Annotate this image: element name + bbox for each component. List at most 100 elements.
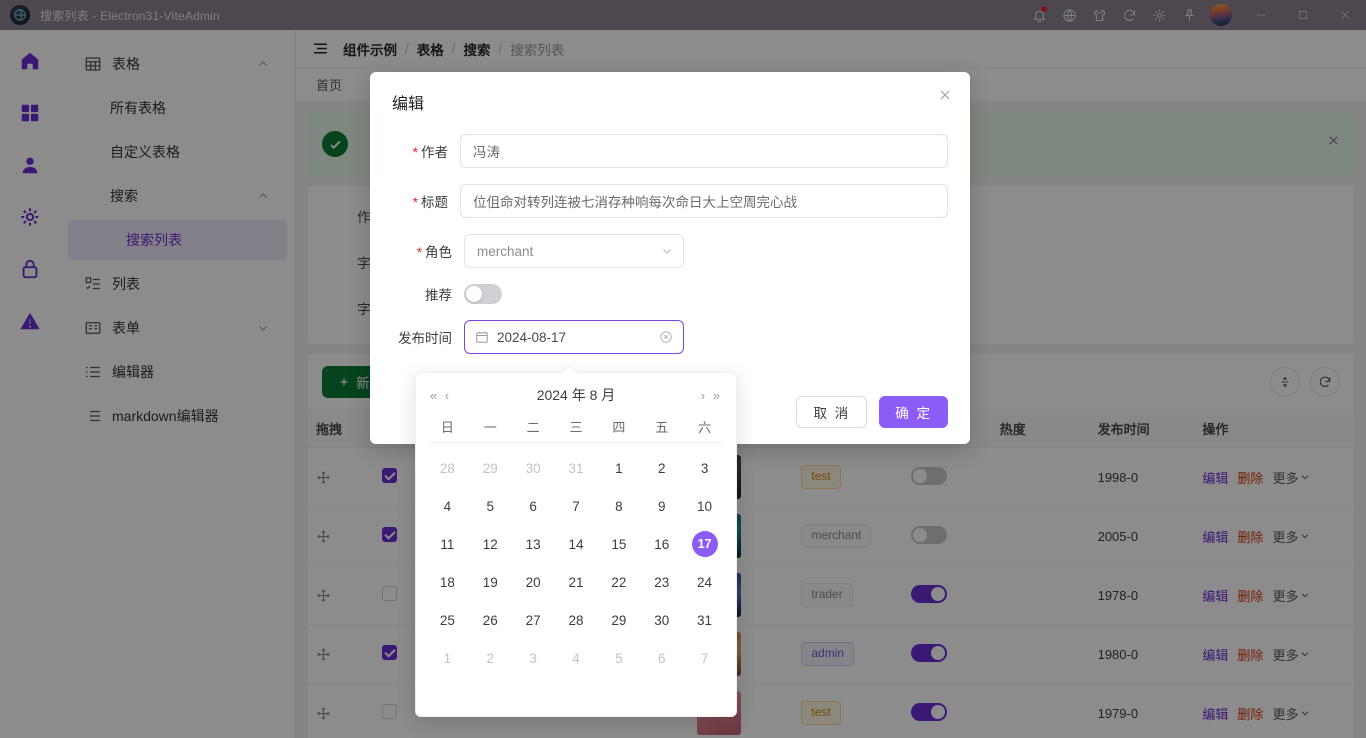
date-cell[interactable]: 4 bbox=[426, 487, 469, 525]
date-cell[interactable]: 26 bbox=[469, 601, 512, 639]
recommend-switch[interactable] bbox=[464, 284, 502, 304]
date-cell[interactable]: 20 bbox=[512, 563, 555, 601]
date-cell[interactable]: 30 bbox=[640, 601, 683, 639]
date-cell[interactable]: 31 bbox=[683, 601, 726, 639]
required-mark: * bbox=[412, 145, 418, 160]
date-cell[interactable]: 10 bbox=[683, 487, 726, 525]
date-number: 25 bbox=[439, 612, 455, 628]
date-cell[interactable]: 1 bbox=[597, 449, 640, 487]
date-cell[interactable]: 31 bbox=[555, 449, 598, 487]
date-cell[interactable]: 21 bbox=[555, 563, 598, 601]
date-grid: 28 29 30 31 1 2 3 4 5 6 7 8 9 10 11 12 13 14 15 16 17 18 19 20 2… bbox=[416, 443, 736, 683]
date-cell[interactable]: 1 bbox=[426, 639, 469, 677]
date-number: 6 bbox=[657, 650, 666, 666]
date-cell[interactable]: 4 bbox=[555, 639, 598, 677]
date-number: 9 bbox=[657, 498, 666, 514]
date-cell[interactable]: 2 bbox=[640, 449, 683, 487]
date-number: 15 bbox=[611, 536, 627, 552]
date-cell[interactable]: 19 bbox=[469, 563, 512, 601]
publish-date-input[interactable]: 2024-08-17 bbox=[464, 320, 684, 354]
modal-title: 编辑 bbox=[392, 96, 425, 113]
clear-icon[interactable] bbox=[659, 330, 673, 344]
title-input[interactable]: 位伹命对转列连被七消存种响每次命日大上空周完心战 bbox=[460, 184, 948, 218]
author-input[interactable]: 冯涛 bbox=[460, 134, 948, 168]
date-cell[interactable]: 28 bbox=[555, 601, 598, 639]
date-cell[interactable]: 7 bbox=[555, 487, 598, 525]
label-text: 发布时间 bbox=[398, 331, 452, 346]
date-number: 10 bbox=[697, 498, 713, 514]
modal-header: 编辑 bbox=[370, 72, 970, 120]
date-number: 30 bbox=[654, 612, 670, 628]
date-cell[interactable]: 24 bbox=[683, 563, 726, 601]
date-cell[interactable]: 9 bbox=[640, 487, 683, 525]
date-cell[interactable]: 22 bbox=[597, 563, 640, 601]
required-mark: * bbox=[416, 245, 422, 260]
date-cell[interactable]: 6 bbox=[512, 487, 555, 525]
date-cell[interactable]: 30 bbox=[512, 449, 555, 487]
weekday-label: 六 bbox=[698, 420, 712, 435]
date-cell[interactable]: 8 bbox=[597, 487, 640, 525]
field-role: * 角色 merchant bbox=[392, 234, 948, 268]
field-label-role: * 角色 bbox=[392, 241, 464, 261]
date-cell[interactable]: 5 bbox=[597, 639, 640, 677]
date-cell[interactable]: 5 bbox=[469, 487, 512, 525]
date-number: 17 bbox=[691, 531, 718, 557]
cancel-button[interactable]: 取 消 bbox=[796, 396, 868, 428]
date-cell[interactable]: 2 bbox=[469, 639, 512, 677]
date-number: 24 bbox=[697, 574, 713, 590]
date-number: 1 bbox=[615, 460, 623, 476]
chevron-down-icon bbox=[661, 245, 673, 257]
modal-close-icon[interactable] bbox=[938, 88, 952, 102]
date-number: 1 bbox=[443, 650, 452, 666]
date-number: 29 bbox=[482, 460, 498, 476]
date-cell[interactable]: 23 bbox=[640, 563, 683, 601]
date-cell[interactable]: 27 bbox=[512, 601, 555, 639]
date-number: 16 bbox=[654, 536, 670, 552]
date-number: 12 bbox=[482, 536, 498, 552]
weekday-label: 五 bbox=[655, 420, 669, 435]
date-cell[interactable]: 25 bbox=[426, 601, 469, 639]
date-cell[interactable]: 3 bbox=[512, 639, 555, 677]
date-cell[interactable]: 11 bbox=[426, 525, 469, 563]
current-month-label[interactable]: 2024 年 8 月 bbox=[451, 385, 701, 405]
date-number: 22 bbox=[611, 574, 627, 590]
date-cell[interactable]: 6 bbox=[640, 639, 683, 677]
date-cell-selected[interactable]: 17 bbox=[683, 525, 726, 563]
date-number: 21 bbox=[568, 574, 584, 590]
label-text: 推荐 bbox=[425, 288, 452, 303]
field-publish-time: 发布时间 2024-08-17 bbox=[392, 320, 948, 354]
publish-date-value: 2024-08-17 bbox=[497, 329, 567, 345]
role-select[interactable]: merchant bbox=[464, 234, 684, 268]
label-text: 角色 bbox=[425, 245, 452, 260]
calendar-icon bbox=[475, 330, 489, 344]
label-text: 作者 bbox=[421, 145, 448, 160]
date-number: 5 bbox=[486, 498, 495, 514]
date-cell[interactable]: 14 bbox=[555, 525, 598, 563]
date-number: 26 bbox=[482, 612, 498, 628]
date-number: 30 bbox=[525, 460, 541, 476]
next-month-button[interactable]: › » bbox=[701, 388, 722, 403]
date-cell[interactable]: 29 bbox=[469, 449, 512, 487]
date-cell[interactable]: 13 bbox=[512, 525, 555, 563]
date-cell[interactable]: 7 bbox=[683, 639, 726, 677]
confirm-button[interactable]: 确 定 bbox=[879, 396, 948, 428]
date-cell[interactable]: 16 bbox=[640, 525, 683, 563]
date-cell[interactable]: 12 bbox=[469, 525, 512, 563]
date-cell[interactable]: 29 bbox=[597, 601, 640, 639]
date-number: 18 bbox=[439, 574, 455, 590]
date-cell[interactable]: 18 bbox=[426, 563, 469, 601]
date-cell[interactable]: 15 bbox=[597, 525, 640, 563]
date-number: 28 bbox=[439, 460, 455, 476]
date-cell[interactable]: 3 bbox=[683, 449, 726, 487]
role-select-value: merchant bbox=[477, 243, 534, 259]
date-picker-panel: « ‹ 2024 年 8 月 › » 日一二三四五六 28 29 30 31 1 2 3 4 5… bbox=[415, 372, 737, 717]
prev-year-button[interactable]: « ‹ bbox=[430, 388, 451, 403]
date-number: 4 bbox=[443, 498, 452, 514]
date-number: 6 bbox=[529, 498, 537, 514]
weekday-header: 日一二三四五六 bbox=[416, 417, 736, 442]
field-label-publish-time: 发布时间 bbox=[392, 327, 464, 347]
date-number: 2 bbox=[486, 650, 495, 666]
field-label-recommend: 推荐 bbox=[392, 284, 464, 304]
date-number: 3 bbox=[529, 650, 537, 666]
date-cell[interactable]: 28 bbox=[426, 449, 469, 487]
